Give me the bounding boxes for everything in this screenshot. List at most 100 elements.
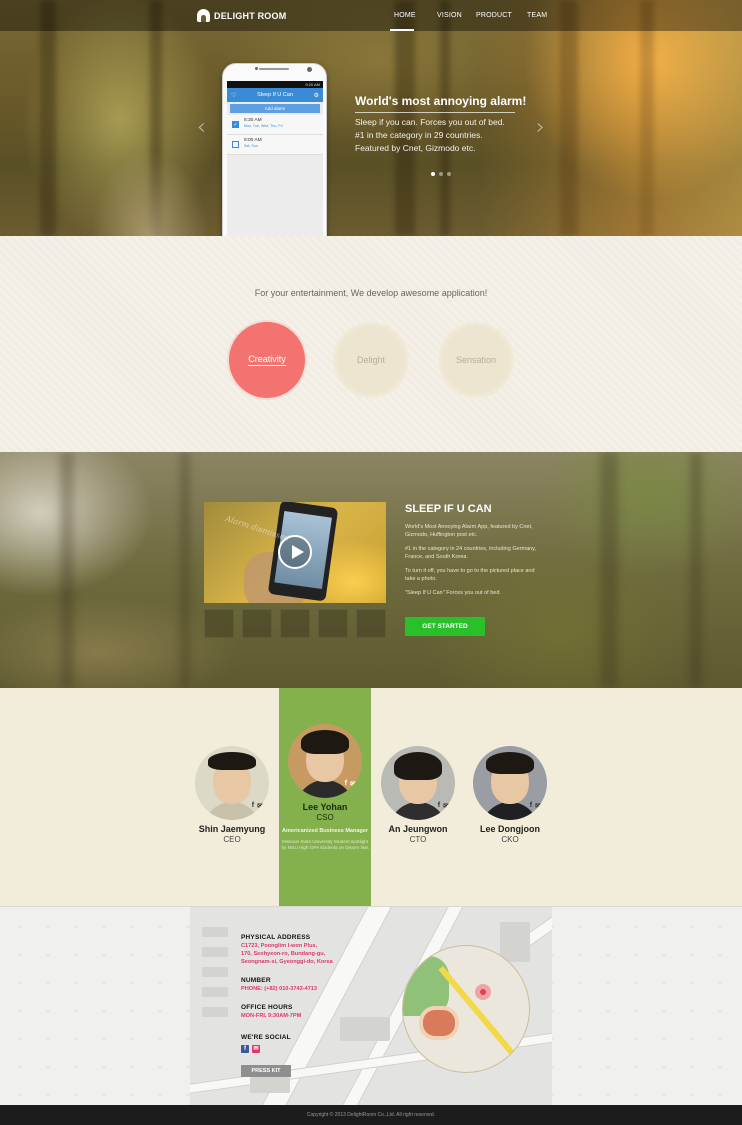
team-member: f ✉ An Jeungwon CTO	[371, 746, 465, 844]
member-extra: Missouri State University Student spotli…	[281, 839, 369, 850]
video-thumbnail[interactable]	[204, 609, 234, 638]
hero-line: Featured by Cnet, Gizmodo etc.	[355, 143, 476, 153]
office-hours: MON-FRI, 9:30AM-7PM	[241, 1013, 302, 1019]
member-social: f ✉	[345, 780, 356, 788]
facebook-icon[interactable]: f	[241, 1045, 249, 1053]
nav-active-indicator	[390, 29, 414, 31]
product-paragraph: "Sleep If U Can" Forces you out of bed.	[405, 590, 501, 596]
value-label: Sensation	[455, 355, 497, 365]
hero-line: Sleep if you can. Forces you out of bed.	[355, 117, 505, 127]
slide-dot[interactable]	[447, 172, 451, 176]
social-heading: WE'RE SOCIAL	[241, 1034, 291, 1041]
hero-title-underline	[355, 112, 515, 113]
facebook-icon[interactable]: f	[438, 802, 440, 810]
number-heading: NUMBER	[241, 977, 271, 984]
member-name: An Jeungwon	[388, 824, 448, 834]
video-player[interactable]: Alarm dismissed	[204, 502, 386, 603]
hours-heading: OFFICE HOURS	[241, 1004, 293, 1011]
phone-number[interactable]: PHONE: (+82) 010-3743-4713	[241, 986, 317, 994]
map-location-view[interactable]	[402, 945, 530, 1073]
address-line: 170, Seohyeon-ro, Bundang-gu,	[241, 951, 326, 957]
facebook-icon[interactable]: f	[345, 780, 347, 788]
map-pin-icon[interactable]	[475, 984, 491, 1000]
nav-team[interactable]: TEAM	[527, 12, 547, 19]
bg-tree	[60, 452, 74, 688]
video-thumbnail[interactable]	[318, 609, 348, 638]
bg-tree	[180, 452, 190, 688]
mail-icon[interactable]: ✉	[443, 802, 449, 810]
brand-logo[interactable]: DELIGHT ROOM	[197, 9, 286, 22]
alarm-item[interactable]: 9:00 AM Sat, Sun	[227, 135, 323, 155]
social-links: f ✉	[241, 1045, 260, 1053]
phone-speaker	[259, 68, 289, 70]
alarm-time: 8:30 AM	[244, 118, 262, 123]
avatar[interactable]: f ✉	[381, 746, 455, 820]
phone-status-bar: 9:20 AM	[227, 81, 323, 88]
video-thumbnail[interactable]	[280, 609, 310, 638]
play-icon[interactable]	[278, 535, 312, 569]
value-delight[interactable]: Delight	[333, 322, 409, 398]
phone-mockup: 9:20 AM ♡ Sleep If U Can ⚙ Add alarm ✓ 8…	[222, 63, 327, 255]
team-section: f ✉ Shin Jaemyung CEO f ✉ Lee Yohan CSO Am…	[0, 688, 742, 906]
phone-camera	[255, 67, 258, 70]
nav-product[interactable]: PRODUCT	[476, 12, 512, 19]
member-social: f ✉	[438, 802, 449, 810]
brand-name: DELIGHT ROOM	[214, 10, 287, 21]
add-alarm-button[interactable]: Add alarm	[230, 104, 320, 113]
checkbox-unchecked-icon[interactable]	[232, 141, 239, 148]
slide-dot[interactable]	[439, 172, 443, 176]
product-paragraph: To turn it off, you have to go to the pi…	[405, 568, 535, 582]
member-role: CKO	[501, 835, 519, 844]
alarm-days: Sat, Sun	[244, 144, 258, 148]
member-role: CEO	[223, 835, 241, 844]
footer: Copyright © 2013 DelightRoom Co.,Ltd. Al…	[0, 1105, 742, 1125]
member-name: Shin Jaemyung	[198, 824, 266, 834]
hero-slider: DELIGHT ROOM HOME VISION PRODUCT TEAM ‹ …	[0, 0, 742, 236]
alarm-item[interactable]: ✓ 8:30 AM Mon, Tue, Wed, Thu, Fri	[227, 115, 323, 135]
hero-sunlight	[480, 0, 742, 236]
mail-icon[interactable]: ✉	[257, 802, 263, 810]
settings-icon[interactable]: ⚙	[314, 92, 319, 99]
app-title-bar: ♡ Sleep If U Can ⚙	[227, 88, 323, 102]
member-extra-title: Americanized Business Manager	[282, 828, 368, 834]
intro-tagline: For your entertainment, We develop aweso…	[254, 288, 488, 298]
mail-icon[interactable]: ✉	[252, 1045, 260, 1053]
member-name: Lee Yohan	[302, 802, 348, 812]
mail-icon[interactable]: ✉	[350, 780, 356, 788]
slide-dots	[431, 172, 451, 176]
mail-icon[interactable]: ✉	[535, 802, 541, 810]
avatar[interactable]: f ✉	[288, 724, 362, 798]
nav-vision[interactable]: VISION	[437, 12, 462, 19]
member-role: CTO	[409, 835, 427, 844]
press-kit-button[interactable]: PRESS KIT	[241, 1065, 291, 1077]
product-title: SLEEP IF U CAN	[405, 503, 492, 515]
product-paragraph: World's Most Annoying Alarm App, feature…	[405, 524, 533, 538]
chevron-right-icon[interactable]: ›	[536, 115, 545, 140]
address-heading: PHYSICAL ADDRESS	[241, 934, 311, 941]
chevron-left-icon[interactable]: ‹	[197, 115, 206, 140]
contact-section: PHYSICAL ADDRESS C1723, Poonglim I-won P…	[0, 906, 742, 1106]
video-thumbnail[interactable]	[356, 609, 386, 638]
logo-icon	[197, 9, 210, 22]
value-sensation[interactable]: Sensation	[438, 322, 514, 398]
value-label: Creativity	[248, 354, 286, 366]
member-social: f ✉	[530, 802, 541, 810]
slide-dot[interactable]	[431, 172, 435, 176]
alarm-days: Mon, Tue, Wed, Thu, Fri	[244, 124, 283, 128]
team-member: f ✉ Lee Dongjoon CKO	[463, 746, 557, 844]
hero-bg-tree	[40, 0, 56, 236]
bg-tree	[600, 452, 618, 688]
get-started-button[interactable]: GET STARTED	[405, 617, 485, 636]
facebook-icon[interactable]: f	[530, 802, 532, 810]
avatar[interactable]: f ✉	[473, 746, 547, 820]
product-paragraph: #1 in the category in 24 countries, incl…	[405, 546, 537, 560]
nav-home[interactable]: HOME	[394, 12, 416, 19]
value-label: Delight	[356, 355, 385, 365]
value-creativity[interactable]: Creativity	[229, 322, 305, 398]
video-thumbnail[interactable]	[242, 609, 272, 638]
checkbox-checked-icon[interactable]: ✓	[232, 121, 239, 128]
facebook-icon[interactable]: f	[252, 802, 254, 810]
address-line: Seongnam-si, Gyeonggi-do, Korea	[241, 959, 333, 965]
avatar[interactable]: f ✉	[195, 746, 269, 820]
copyright-text: Copyright © 2013 DelightRoom Co.,Ltd. Al…	[306, 1112, 436, 1118]
